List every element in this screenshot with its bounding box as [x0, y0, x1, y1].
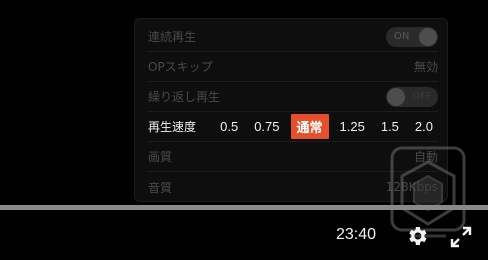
speed-option-0-5[interactable]: 0.5 — [215, 116, 243, 137]
fullscreen-icon[interactable] — [449, 225, 473, 249]
autoplay-toggle-text: ON — [394, 31, 410, 42]
setting-autoplay-label: 連続再生 — [148, 30, 197, 44]
loop-toggle-text: OFF — [412, 91, 432, 102]
speed-option-1-25[interactable]: 1.25 — [335, 116, 370, 137]
setting-loop[interactable]: 繰り返し再生 OFF — [148, 82, 438, 112]
speed-option-1-5[interactable]: 1.5 — [376, 116, 404, 137]
setting-loop-label: 繰り返し再生 — [148, 90, 221, 104]
setting-autoplay[interactable]: 連続再生 ON — [148, 22, 438, 52]
setting-quality-label: 画質 — [148, 150, 173, 164]
speed-option-normal[interactable]: 通常 — [290, 114, 329, 139]
setting-audio-label: 音質 — [148, 180, 173, 195]
setting-speed: 再生速度 0.5 0.75 通常 1.25 1.5 2.0 — [148, 112, 438, 142]
progress-bar[interactable] — [0, 205, 488, 210]
setting-op-skip[interactable]: OPスキップ 無効 — [148, 52, 438, 82]
speed-options: 0.5 0.75 通常 1.25 1.5 2.0 — [209, 114, 438, 139]
time-display: 23:40 — [336, 226, 377, 243]
video-player[interactable]: 連続再生 ON OPスキップ 無効 繰り返し再生 OFF 再生速度 0.5 0.… — [0, 0, 488, 260]
speed-option-0-75[interactable]: 0.75 — [249, 116, 284, 137]
speed-option-2-0[interactable]: 2.0 — [410, 116, 438, 137]
gear-icon[interactable] — [405, 224, 429, 248]
toggle-knob — [419, 27, 437, 46]
toggle-knob — [387, 87, 405, 106]
loop-toggle[interactable]: OFF — [386, 86, 438, 107]
setting-op-skip-value: 無効 — [413, 60, 438, 74]
setting-op-skip-label: OPスキップ — [148, 60, 213, 74]
setting-speed-label: 再生速度 — [148, 120, 197, 134]
autoplay-toggle[interactable]: ON — [386, 26, 438, 47]
